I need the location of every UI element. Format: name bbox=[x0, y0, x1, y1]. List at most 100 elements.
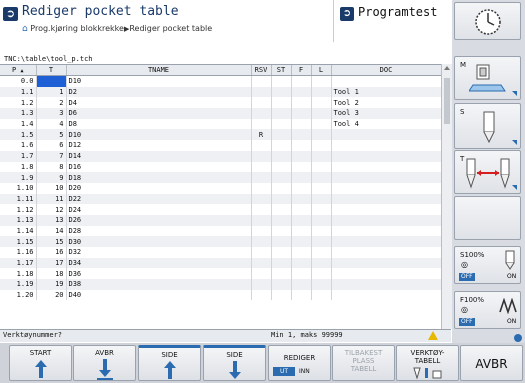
table-cell-rsv[interactable] bbox=[251, 225, 272, 237]
table-cell-l[interactable] bbox=[311, 150, 332, 162]
table-cell-f[interactable] bbox=[291, 289, 312, 301]
table-cell-t[interactable]: 7 bbox=[36, 150, 67, 162]
table-cell-st[interactable] bbox=[271, 108, 292, 119]
table-cell-doc[interactable] bbox=[331, 172, 442, 183]
table-scrollbar[interactable] bbox=[441, 64, 452, 329]
table-cell-f[interactable] bbox=[291, 75, 312, 87]
table-row[interactable]: 1.16 16 D32 bbox=[0, 247, 442, 258]
table-cell-f[interactable] bbox=[291, 108, 312, 119]
table-cell-l[interactable] bbox=[311, 161, 332, 173]
table-cell-st[interactable] bbox=[271, 140, 292, 151]
table-cell-st[interactable] bbox=[271, 97, 292, 109]
table-cell-st[interactable] bbox=[271, 150, 292, 162]
table-cell-f[interactable] bbox=[291, 182, 312, 194]
table-cell-doc[interactable] bbox=[331, 236, 442, 247]
table-cell-l[interactable] bbox=[311, 118, 332, 130]
table-cell-l[interactable] bbox=[311, 182, 332, 194]
table-cell-rsv[interactable] bbox=[251, 86, 272, 98]
table-cell-p[interactable]: 0.0 bbox=[0, 75, 37, 87]
table-cell-st[interactable] bbox=[271, 75, 292, 87]
table-cell-tname[interactable]: D30 bbox=[66, 236, 252, 247]
table-cell-doc[interactable] bbox=[331, 193, 442, 205]
table-row[interactable]: 1.15 15 D30 bbox=[0, 236, 442, 247]
table-cell-f[interactable] bbox=[291, 140, 312, 151]
table-cell-l[interactable] bbox=[311, 225, 332, 237]
table-cell-f[interactable] bbox=[291, 118, 312, 130]
column-header-tname[interactable]: TNAME bbox=[66, 65, 252, 76]
table-row[interactable]: 0.0 5 D10 bbox=[0, 75, 442, 87]
table-cell-p[interactable]: 1.18 bbox=[0, 268, 37, 280]
table-cell-p[interactable]: 1.3 bbox=[0, 108, 37, 119]
table-cell-t[interactable]: 19 bbox=[36, 279, 67, 290]
column-header-f[interactable]: F bbox=[291, 65, 312, 76]
table-cell-t[interactable]: 8 bbox=[36, 161, 67, 173]
table-cell-t[interactable]: 14 bbox=[36, 225, 67, 237]
avbr-cancel-button[interactable]: AVBR bbox=[460, 345, 523, 381]
table-cell-f[interactable] bbox=[291, 204, 312, 215]
table-cell-rsv[interactable] bbox=[251, 289, 272, 301]
table-cell-tname[interactable]: D2 bbox=[66, 86, 252, 98]
reset-pocket-table-button[interactable]: TILBAKEST PLASS TABELL bbox=[332, 345, 395, 381]
table-cell-t[interactable]: 9 bbox=[36, 172, 67, 183]
table-cell-t[interactable]: 20 bbox=[36, 289, 67, 301]
spindle-override-button[interactable]: S100% ◎ OFF ON bbox=[454, 246, 521, 284]
table-cell-rsv[interactable] bbox=[251, 214, 272, 226]
table-cell-l[interactable] bbox=[311, 97, 332, 109]
table-cell-doc[interactable] bbox=[331, 129, 442, 141]
table-cell-t[interactable]: 16 bbox=[36, 247, 67, 258]
column-header-doc[interactable]: DOC bbox=[331, 65, 442, 76]
table-row[interactable]: 1.11 11 D22 bbox=[0, 193, 442, 205]
table-row[interactable]: 1.5 5 D10 R bbox=[0, 129, 442, 141]
table-cell-p[interactable]: 1.9 bbox=[0, 172, 37, 183]
table-cell-rsv[interactable] bbox=[251, 279, 272, 290]
table-cell-doc[interactable] bbox=[331, 268, 442, 280]
table-cell-p[interactable]: 1.19 bbox=[0, 279, 37, 290]
table-cell-t[interactable]: 1 bbox=[36, 86, 67, 98]
table-row[interactable]: 1.20 20 D40 bbox=[0, 289, 442, 301]
table-cell-rsv[interactable] bbox=[251, 268, 272, 280]
table-cell-tname[interactable]: D26 bbox=[66, 214, 252, 226]
table-cell-doc[interactable] bbox=[331, 182, 442, 194]
table-cell-p[interactable]: 1.12 bbox=[0, 204, 37, 215]
table-cell-p[interactable]: 1.20 bbox=[0, 289, 37, 301]
table-cell-f[interactable] bbox=[291, 193, 312, 205]
table-cell-tname[interactable]: D38 bbox=[66, 279, 252, 290]
scroll-up-icon[interactable] bbox=[444, 66, 450, 70]
table-cell-rsv[interactable] bbox=[251, 75, 272, 87]
column-header-p[interactable]: P ▲ bbox=[0, 65, 37, 76]
table-cell-t[interactable]: 13 bbox=[36, 214, 67, 226]
edit-toggle-button[interactable]: REDIGER UT INN bbox=[268, 345, 331, 381]
feed-override-button[interactable]: F100% ◎ OFF ON bbox=[454, 291, 521, 329]
table-row[interactable]: 1.2 2 D4 Tool 2 bbox=[0, 97, 442, 109]
table-cell-p[interactable]: 1.17 bbox=[0, 257, 37, 269]
table-cell-tname[interactable]: D22 bbox=[66, 193, 252, 205]
table-cell-tname[interactable]: D36 bbox=[66, 268, 252, 280]
table-cell-p[interactable]: 1.10 bbox=[0, 182, 37, 194]
table-cell-doc[interactable] bbox=[331, 257, 442, 269]
table-cell-st[interactable] bbox=[271, 289, 292, 301]
table-cell-l[interactable] bbox=[311, 140, 332, 151]
table-cell-t[interactable]: 18 bbox=[36, 268, 67, 280]
table-cell-st[interactable] bbox=[271, 204, 292, 215]
table-row[interactable]: 1.4 4 D8 Tool 4 bbox=[0, 118, 442, 130]
table-cell-st[interactable] bbox=[271, 279, 292, 290]
table-cell-doc[interactable] bbox=[331, 214, 442, 226]
table-cell-p[interactable]: 1.4 bbox=[0, 118, 37, 130]
table-cell-p[interactable]: 1.2 bbox=[0, 97, 37, 109]
table-cell-rsv[interactable] bbox=[251, 204, 272, 215]
table-cell-p[interactable]: 1.13 bbox=[0, 214, 37, 226]
table-cell-t[interactable]: 3 bbox=[36, 108, 67, 119]
table-cell-doc[interactable] bbox=[331, 225, 442, 237]
table-cell-f[interactable] bbox=[291, 225, 312, 237]
empty-right-softkey[interactable] bbox=[454, 196, 521, 240]
table-cell-p[interactable]: 1.15 bbox=[0, 236, 37, 247]
table-cell-doc[interactable]: Tool 2 bbox=[331, 97, 442, 109]
column-header-rsv[interactable]: RSV bbox=[251, 65, 272, 76]
table-cell-tname[interactable]: D34 bbox=[66, 257, 252, 269]
table-cell-st[interactable] bbox=[271, 257, 292, 269]
table-cell-st[interactable] bbox=[271, 118, 292, 130]
table-cell-f[interactable] bbox=[291, 257, 312, 269]
table-cell-doc[interactable]: Tool 4 bbox=[331, 118, 442, 130]
table-cell-p[interactable]: 1.6 bbox=[0, 140, 37, 151]
table-cell-l[interactable] bbox=[311, 86, 332, 98]
